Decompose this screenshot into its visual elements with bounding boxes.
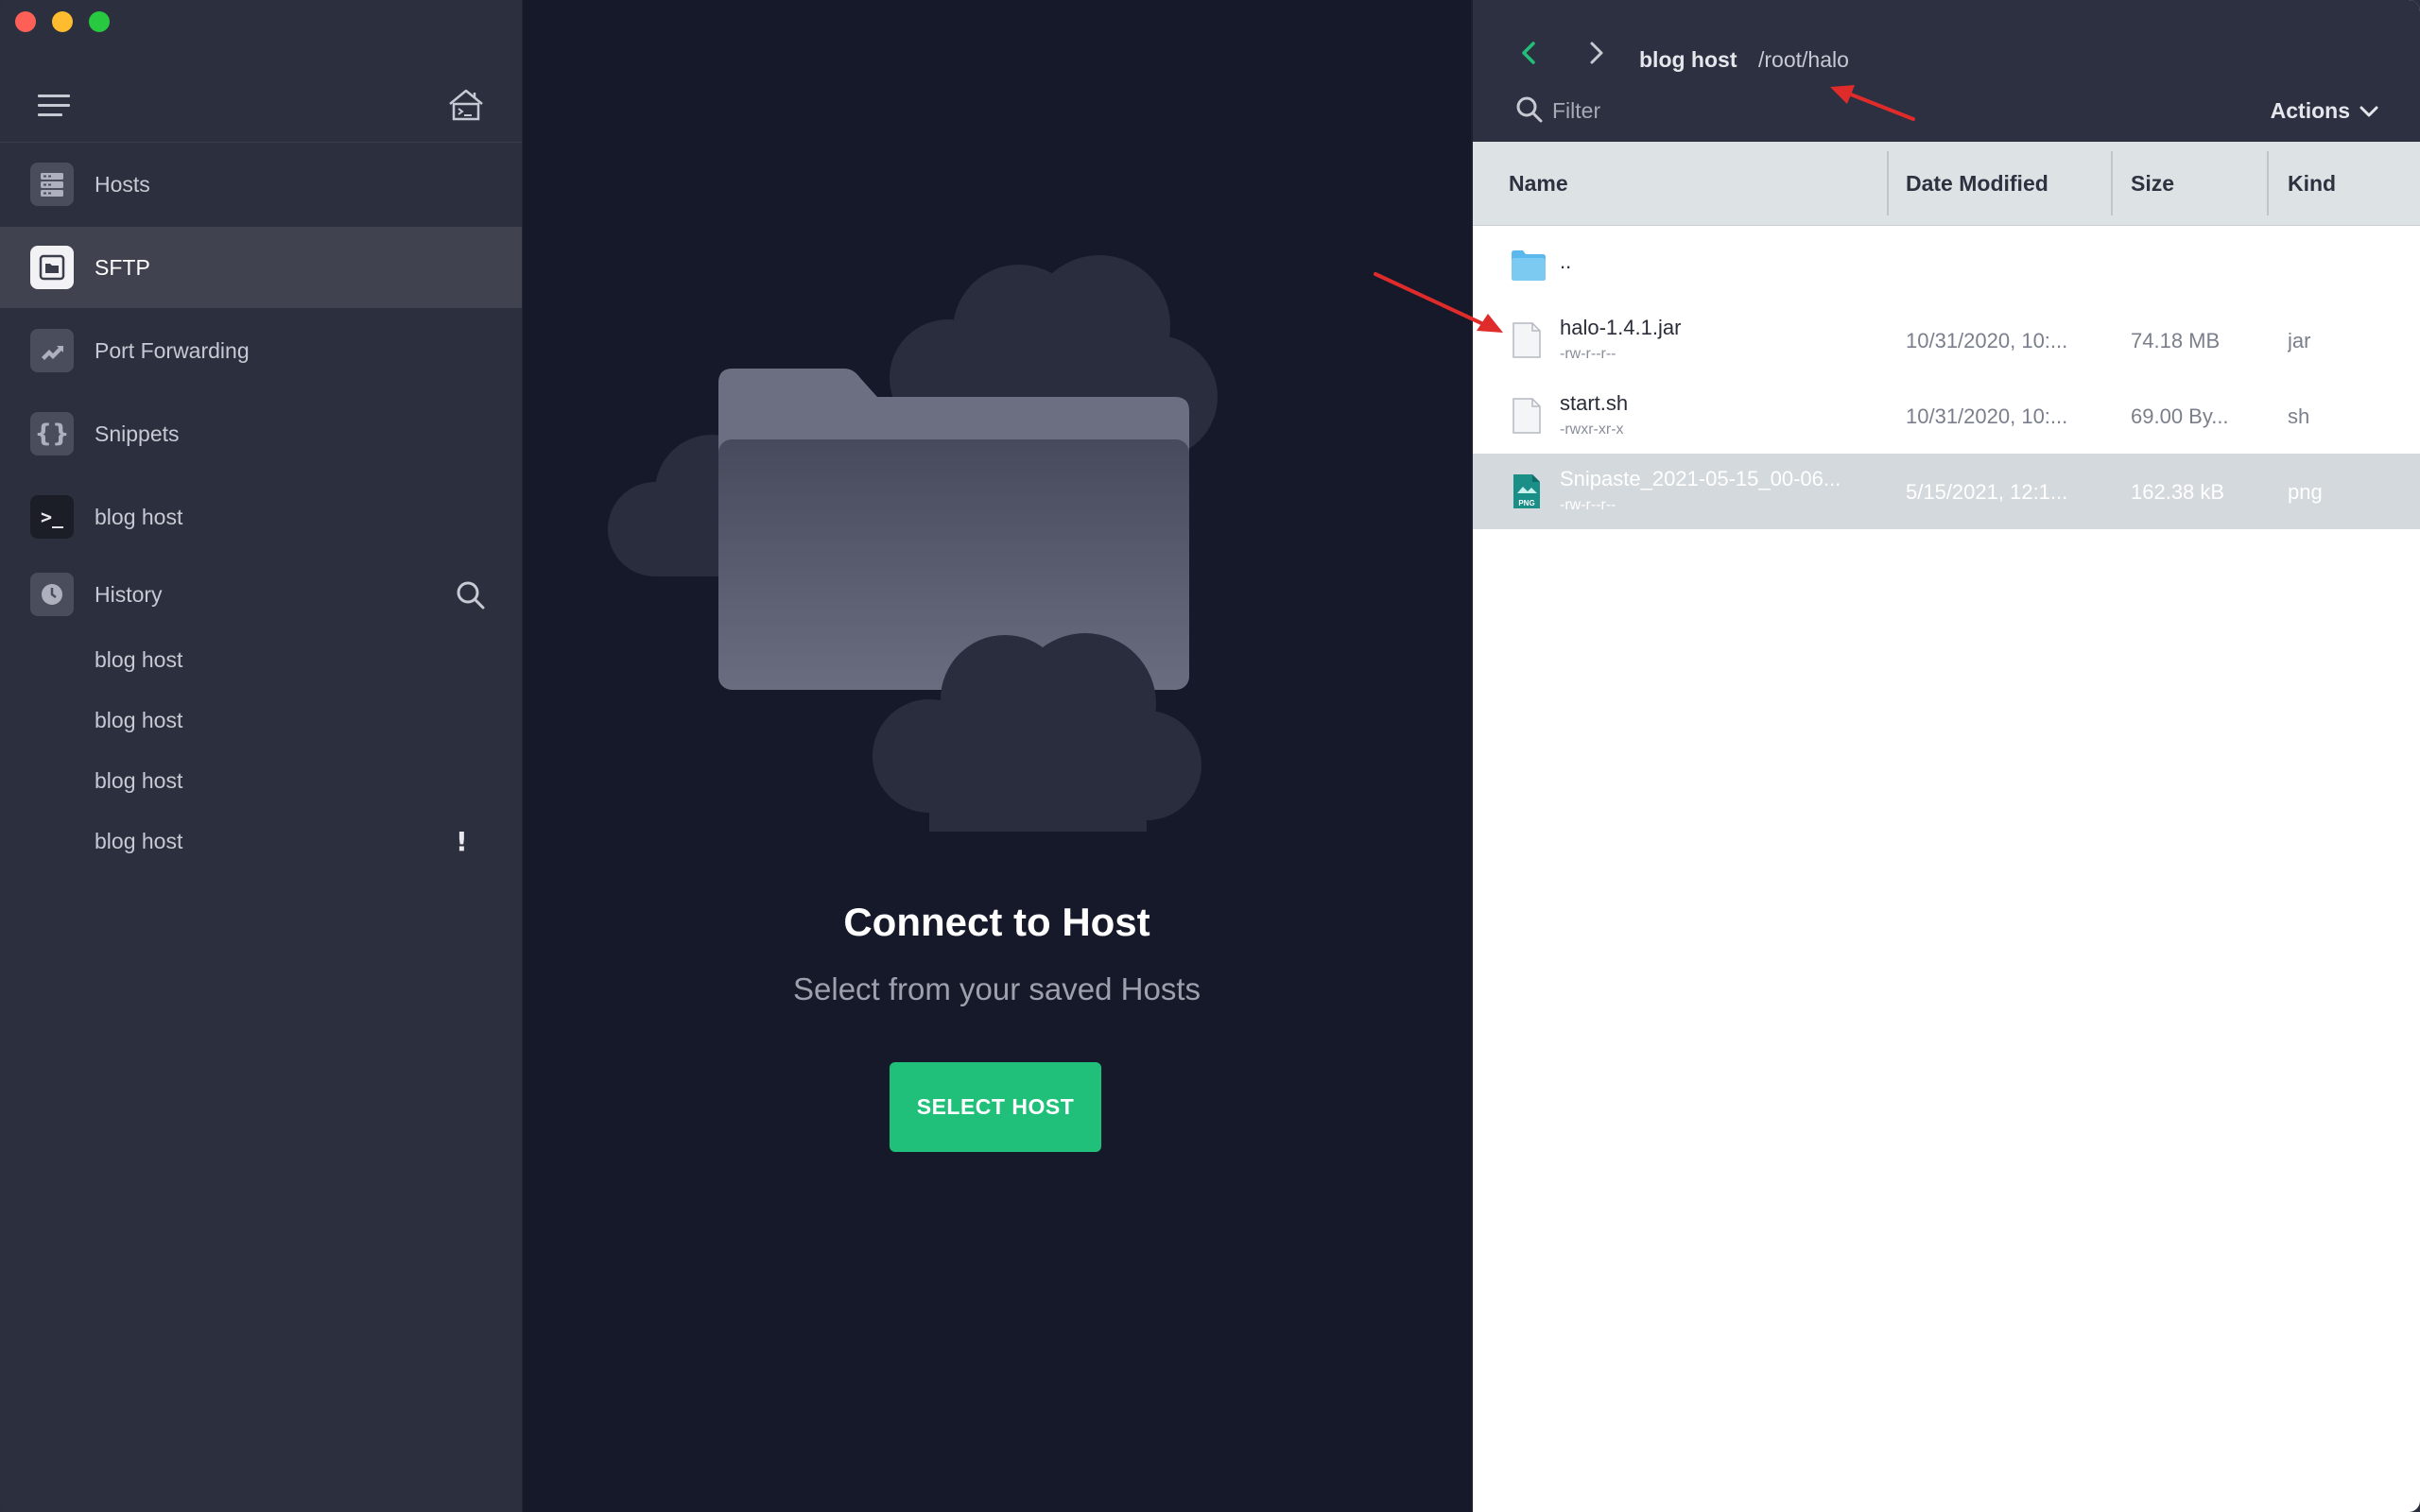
history-item[interactable]: blog host bbox=[95, 768, 182, 794]
file-icon bbox=[1512, 322, 1541, 358]
png-badge: PNG bbox=[1518, 499, 1534, 507]
chevron-down-icon bbox=[2360, 106, 2378, 116]
png-file-icon: PNG bbox=[1513, 474, 1540, 508]
search-icon[interactable] bbox=[454, 578, 488, 612]
file-kind: jar bbox=[2288, 329, 2311, 352]
file-name: Snipaste_2021-05-15_00-06... bbox=[1560, 467, 1841, 490]
sidebar-item-label: blog host bbox=[95, 504, 183, 529]
sidebar-item-blog-host[interactable]: >_ blog host bbox=[0, 476, 522, 558]
file-permissions: -rw-r--r-- bbox=[1560, 497, 1616, 513]
connect-panel: Connect to Host Select from your saved H… bbox=[523, 0, 1471, 1512]
file-name: .. bbox=[1560, 249, 1572, 273]
folder-icon bbox=[1512, 250, 1546, 281]
sidebar-item-snippets[interactable]: {} Snippets bbox=[0, 393, 522, 474]
table-row[interactable]: halo-1.4.1.jar -rw-r--r-- 10/31/2020, 10… bbox=[1473, 302, 2420, 378]
terminal-icon: >_ bbox=[30, 495, 74, 539]
file-table-header: Name Date Modified Size Kind bbox=[1473, 142, 2420, 226]
chevron-left-icon[interactable] bbox=[1518, 40, 1539, 66]
terminal-home-icon[interactable] bbox=[446, 85, 486, 125]
history-item[interactable]: blog host bbox=[95, 647, 182, 673]
filter-input[interactable] bbox=[1550, 94, 1838, 127]
file-permissions: -rw-r--r-- bbox=[1560, 346, 1616, 362]
connect-title: Connect to Host bbox=[843, 900, 1150, 944]
file-size: 74.18 MB bbox=[2131, 329, 2221, 352]
column-divider[interactable] bbox=[2111, 151, 2113, 215]
file-kind: png bbox=[2288, 480, 2323, 504]
window-controls bbox=[15, 11, 110, 32]
braces-icon: {} bbox=[30, 412, 74, 455]
file-name: start.sh bbox=[1560, 391, 1629, 415]
sidebar: Hosts SFTP Port Forwarding {} Snippets >… bbox=[0, 0, 523, 1512]
file-name: halo-1.4.1.jar bbox=[1560, 316, 1682, 339]
column-header-size[interactable]: Size bbox=[2131, 142, 2174, 225]
file-size: 162.38 kB bbox=[2131, 480, 2225, 504]
menu-icon[interactable] bbox=[38, 94, 70, 117]
folder-icon bbox=[30, 246, 74, 289]
file-icon bbox=[1512, 398, 1541, 434]
sftp-header: blog host /root/halo Actions bbox=[1473, 0, 2420, 142]
annotation-arrow bbox=[1374, 272, 1503, 333]
sidebar-toolbar bbox=[0, 57, 522, 143]
history-header: History bbox=[0, 554, 522, 635]
minimize-window-button[interactable] bbox=[52, 11, 73, 32]
file-date: 10/31/2020, 10:... bbox=[1906, 329, 2068, 352]
file-date: 10/31/2020, 10:... bbox=[1906, 404, 2068, 428]
sftp-panel: blog host /root/halo Actions Name Date M… bbox=[1471, 0, 2420, 1512]
search-icon bbox=[1516, 96, 1543, 123]
server-icon bbox=[30, 163, 74, 206]
chevron-right-icon[interactable] bbox=[1586, 40, 1607, 66]
column-header-date[interactable]: Date Modified bbox=[1906, 142, 2048, 225]
sidebar-item-sftp[interactable]: SFTP bbox=[0, 227, 522, 308]
close-window-button[interactable] bbox=[15, 11, 36, 32]
sidebar-item-label: Snippets bbox=[95, 421, 180, 446]
table-row-parent-dir[interactable]: .. bbox=[1473, 227, 2420, 302]
history-label: History bbox=[95, 581, 163, 607]
sidebar-item-port-forwarding[interactable]: Port Forwarding bbox=[0, 310, 522, 391]
breadcrumb-host[interactable]: blog host bbox=[1639, 47, 1737, 73]
sidebar-item-hosts[interactable]: Hosts bbox=[0, 144, 522, 225]
column-divider[interactable] bbox=[1887, 151, 1889, 215]
breadcrumb-path[interactable]: /root/halo bbox=[1758, 47, 1849, 73]
folder-clouds-illustration bbox=[608, 255, 1218, 832]
file-size: 69.00 By... bbox=[2131, 404, 2229, 428]
sidebar-item-label: Port Forwarding bbox=[95, 337, 250, 363]
app-window: Hosts SFTP Port Forwarding {} Snippets >… bbox=[0, 0, 2420, 1512]
file-date: 5/15/2021, 12:1... bbox=[1906, 480, 2068, 504]
connect-subtitle: Select from your saved Hosts bbox=[793, 971, 1201, 1006]
annotation-arrow bbox=[1830, 85, 1915, 121]
actions-dropdown[interactable]: Actions bbox=[2271, 98, 2378, 124]
maximize-window-button[interactable] bbox=[89, 11, 110, 32]
file-kind: sh bbox=[2288, 404, 2310, 428]
clock-icon bbox=[30, 573, 74, 616]
column-header-kind[interactable]: Kind bbox=[2288, 142, 2336, 225]
select-host-button[interactable]: SELECT HOST bbox=[890, 1062, 1101, 1152]
table-row-selected[interactable]: PNG Snipaste_2021-05-15_00-06... -rw-r--… bbox=[1473, 454, 2420, 529]
warning-icon: ! bbox=[456, 826, 468, 857]
forward-arrow-icon bbox=[30, 329, 74, 372]
actions-label: Actions bbox=[2270, 98, 2350, 123]
column-header-name[interactable]: Name bbox=[1509, 142, 1568, 225]
file-permissions: -rwxr-xr-x bbox=[1560, 421, 1624, 438]
table-row[interactable]: start.sh -rwxr-xr-x 10/31/2020, 10:... 6… bbox=[1473, 378, 2420, 454]
column-divider[interactable] bbox=[2267, 151, 2269, 215]
history-item[interactable]: blog host bbox=[95, 708, 182, 733]
history-item[interactable]: blog host bbox=[95, 829, 182, 854]
sidebar-item-label: Hosts bbox=[95, 171, 150, 197]
sidebar-item-label: SFTP bbox=[95, 254, 150, 280]
